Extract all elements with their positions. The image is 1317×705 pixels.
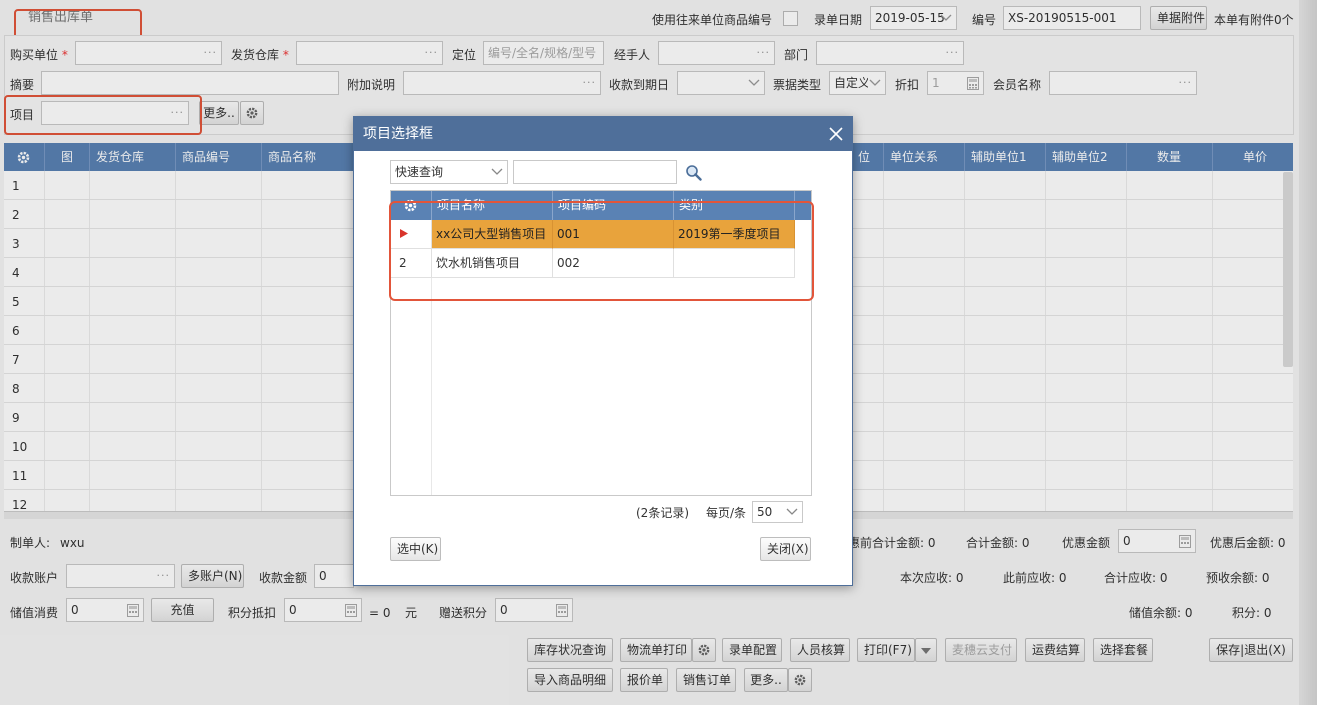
pager: (2条记录) 每页/条 50: [390, 495, 812, 529]
records-count: (2条记录): [636, 506, 689, 520]
chevron-down-icon: [491, 168, 503, 175]
per-page-select[interactable]: 50: [752, 501, 803, 523]
search-mode-select[interactable]: 快速查询: [390, 160, 508, 184]
search-icon[interactable]: [685, 164, 702, 181]
dialog-title: 项目选择框: [354, 117, 852, 151]
per-page-label: 每页/条: [706, 506, 747, 520]
rows-highlight: [389, 201, 814, 301]
dialog-close-button[interactable]: 关闭(X): [760, 537, 811, 561]
search-mode-value: 快速查询: [395, 165, 444, 179]
select-button[interactable]: 选中(K): [390, 537, 441, 561]
close-icon[interactable]: [828, 126, 844, 142]
per-page-value: 50: [757, 505, 773, 519]
row-number-gutter: [391, 278, 432, 496]
chevron-down-icon: [786, 508, 798, 515]
search-input[interactable]: [513, 160, 677, 184]
project-select-dialog: 项目选择框 快速查询 项目名称 项目编码 类别 xx公司大型销售项目 001 2…: [353, 116, 853, 586]
